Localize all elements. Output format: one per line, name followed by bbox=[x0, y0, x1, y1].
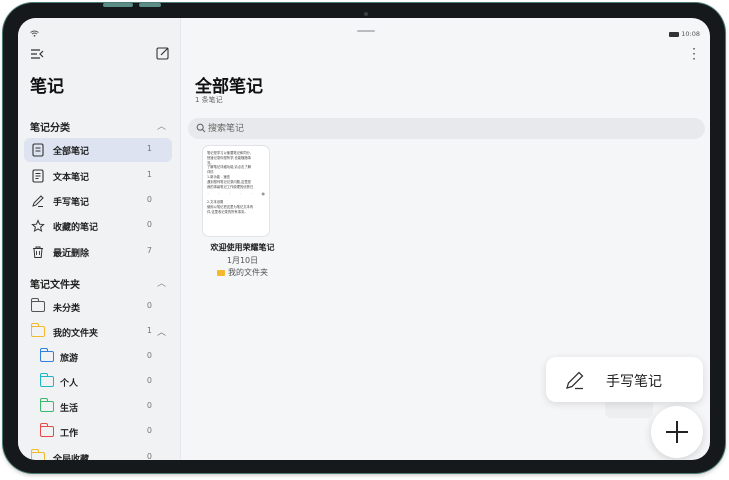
sidebar-item-favorites[interactable]: 收藏的笔记 0 bbox=[24, 214, 172, 238]
folder-icon bbox=[39, 423, 54, 437]
menu-shadow bbox=[605, 402, 653, 418]
note-preview: 笔记是学习以使要笔记和同分, 快速记录你想所学,也能随随事 流。 了解笔记详细功… bbox=[203, 146, 269, 220]
sidebar-item-count: 0 bbox=[146, 195, 152, 204]
text-note-icon bbox=[32, 169, 44, 183]
all-notes-icon bbox=[32, 143, 44, 157]
collapse-menu-icon[interactable] bbox=[30, 48, 44, 60]
chevron-up-icon[interactable]: ︿ bbox=[157, 119, 166, 132]
sidebar-item-handwritten[interactable]: 手写笔记 0 bbox=[24, 189, 172, 213]
note-count: 1 条笔记 bbox=[195, 96, 223, 104]
sidebar-item-label: 最近删除 bbox=[53, 249, 90, 259]
folder-icon bbox=[39, 348, 54, 362]
sidebar-item-count: 0 bbox=[146, 376, 152, 385]
plus-icon bbox=[676, 421, 678, 443]
sidebar-item-all-notes[interactable]: 全部笔记 1 bbox=[24, 138, 172, 162]
sidebar-item-count: 0 bbox=[146, 301, 152, 310]
note-title[interactable]: 欢迎使用荣耀笔记 bbox=[188, 242, 297, 253]
sidebar-item-my-folder[interactable]: 我的文件夹 1 ︿ bbox=[24, 320, 172, 344]
folder-icon bbox=[30, 323, 45, 337]
sidebar-item-label: 手写笔记 bbox=[53, 198, 90, 208]
sidebar-item-count: 0 bbox=[146, 452, 152, 460]
tablet-frame: 笔记 笔记分类 ︿ 全部笔记 1 文本笔记 1 手写笔记 0 收藏的笔记 0 最… bbox=[3, 3, 725, 473]
chevron-up-icon[interactable]: ︿ bbox=[157, 325, 166, 338]
status-time: 10:08 bbox=[681, 30, 700, 38]
sidebar-item-life[interactable]: 生活 0 bbox=[24, 395, 172, 419]
folder-icon bbox=[217, 269, 225, 276]
sidebar-item-label: 文本笔记 bbox=[53, 173, 90, 183]
sidebar-item-label: 我的文件夹 bbox=[53, 329, 99, 339]
sidebar-item-label: 旅游 bbox=[60, 354, 79, 364]
add-note-button[interactable] bbox=[651, 406, 703, 458]
folder-icon bbox=[30, 298, 45, 312]
folder-icon bbox=[39, 398, 54, 412]
preview-line: 件,这里收记录的所有事务。 bbox=[207, 209, 248, 214]
star-icon bbox=[31, 219, 45, 233]
wifi-icon bbox=[30, 30, 39, 39]
sidebar: 笔记 笔记分类 ︿ 全部笔记 1 文本笔记 1 手写笔记 0 收藏的笔记 0 最… bbox=[18, 18, 181, 460]
pen-icon bbox=[32, 195, 44, 207]
folder-icon bbox=[30, 449, 45, 460]
camera bbox=[364, 12, 368, 16]
new-note-icon[interactable] bbox=[156, 46, 170, 60]
sidebar-item-count: 0 bbox=[146, 426, 152, 435]
page-title: 全部笔记 bbox=[195, 77, 263, 97]
preview-toolbar: ◦ ◦ ◦ ◦ ◦ ● bbox=[207, 191, 265, 197]
sidebar-item-count: 0 bbox=[146, 220, 152, 229]
battery-icon bbox=[669, 31, 680, 37]
new-handwritten-note-menu-item[interactable]: 手写笔记 bbox=[546, 357, 703, 402]
categories-header-label: 笔记分类 bbox=[30, 123, 70, 134]
more-options-icon[interactable]: · · · bbox=[692, 43, 696, 65]
sidebar-item-label: 全部笔记 bbox=[53, 147, 90, 157]
menu-item-label: 手写笔记 bbox=[606, 374, 662, 390]
sidebar-item-label: 工作 bbox=[60, 429, 79, 439]
sidebar-item-label: 未分类 bbox=[53, 304, 81, 314]
sidebar-item-text-notes[interactable]: 文本笔记 1 bbox=[24, 164, 172, 188]
categories-header[interactable]: 笔记分类 ︿ bbox=[30, 119, 166, 134]
sidebar-item-count: 0 bbox=[146, 401, 152, 410]
sidebar-item-label: 收藏的笔记 bbox=[53, 223, 99, 233]
device-button bbox=[139, 3, 161, 7]
sidebar-toolbar bbox=[30, 46, 170, 62]
note-folder: 我的文件夹 bbox=[188, 267, 297, 278]
sidebar-item-recently-deleted[interactable]: 最近删除 7 bbox=[24, 240, 172, 264]
sidebar-item-count: 1 bbox=[146, 144, 152, 153]
search-input[interactable] bbox=[208, 118, 688, 139]
app-title: 笔记 bbox=[30, 77, 64, 97]
drag-handle[interactable] bbox=[357, 30, 375, 32]
pen-icon bbox=[566, 371, 584, 390]
trash-icon bbox=[33, 246, 43, 258]
sidebar-item-count: 1 bbox=[146, 326, 152, 335]
search-bar[interactable] bbox=[188, 118, 705, 139]
preview-line: 我的事最笔记工作原理的优势日 bbox=[207, 184, 254, 189]
folder-icon bbox=[39, 373, 54, 387]
sidebar-item-count: 7 bbox=[146, 246, 152, 255]
folders-header[interactable]: 笔记文件夹 ︿ bbox=[30, 276, 166, 291]
sidebar-item-label: 个人 bbox=[60, 379, 79, 389]
note-folder-label: 我的文件夹 bbox=[228, 268, 268, 277]
sidebar-item-count: 0 bbox=[146, 351, 152, 360]
note-date: 1月10日 bbox=[226, 256, 259, 265]
sidebar-item-label: 生活 bbox=[60, 404, 79, 414]
sidebar-item-global-favorites[interactable]: 全局收藏 0 bbox=[24, 446, 172, 460]
sidebar-item-personal[interactable]: 个人 0 bbox=[24, 370, 172, 394]
screen: 笔记 笔记分类 ︿ 全部笔记 1 文本笔记 1 手写笔记 0 收藏的笔记 0 最… bbox=[18, 18, 710, 460]
sidebar-item-count: 1 bbox=[146, 170, 152, 179]
folders-header-label: 笔记文件夹 bbox=[30, 280, 80, 291]
sidebar-item-label: 全局收藏 bbox=[53, 455, 90, 460]
sidebar-item-uncategorized[interactable]: 未分类 0 bbox=[24, 295, 172, 319]
sidebar-item-travel[interactable]: 旅游 0 bbox=[24, 345, 172, 369]
note-card[interactable]: 笔记是学习以使要笔记和同分, 快速记录你想所学,也能随随事 流。 了解笔记详细功… bbox=[203, 146, 269, 236]
status-bar: 10:08 bbox=[669, 30, 700, 38]
chevron-up-icon[interactable]: ︿ bbox=[157, 276, 166, 289]
device-button bbox=[103, 3, 133, 7]
search-icon bbox=[196, 123, 206, 133]
sidebar-item-work[interactable]: 工作 0 bbox=[24, 420, 172, 444]
